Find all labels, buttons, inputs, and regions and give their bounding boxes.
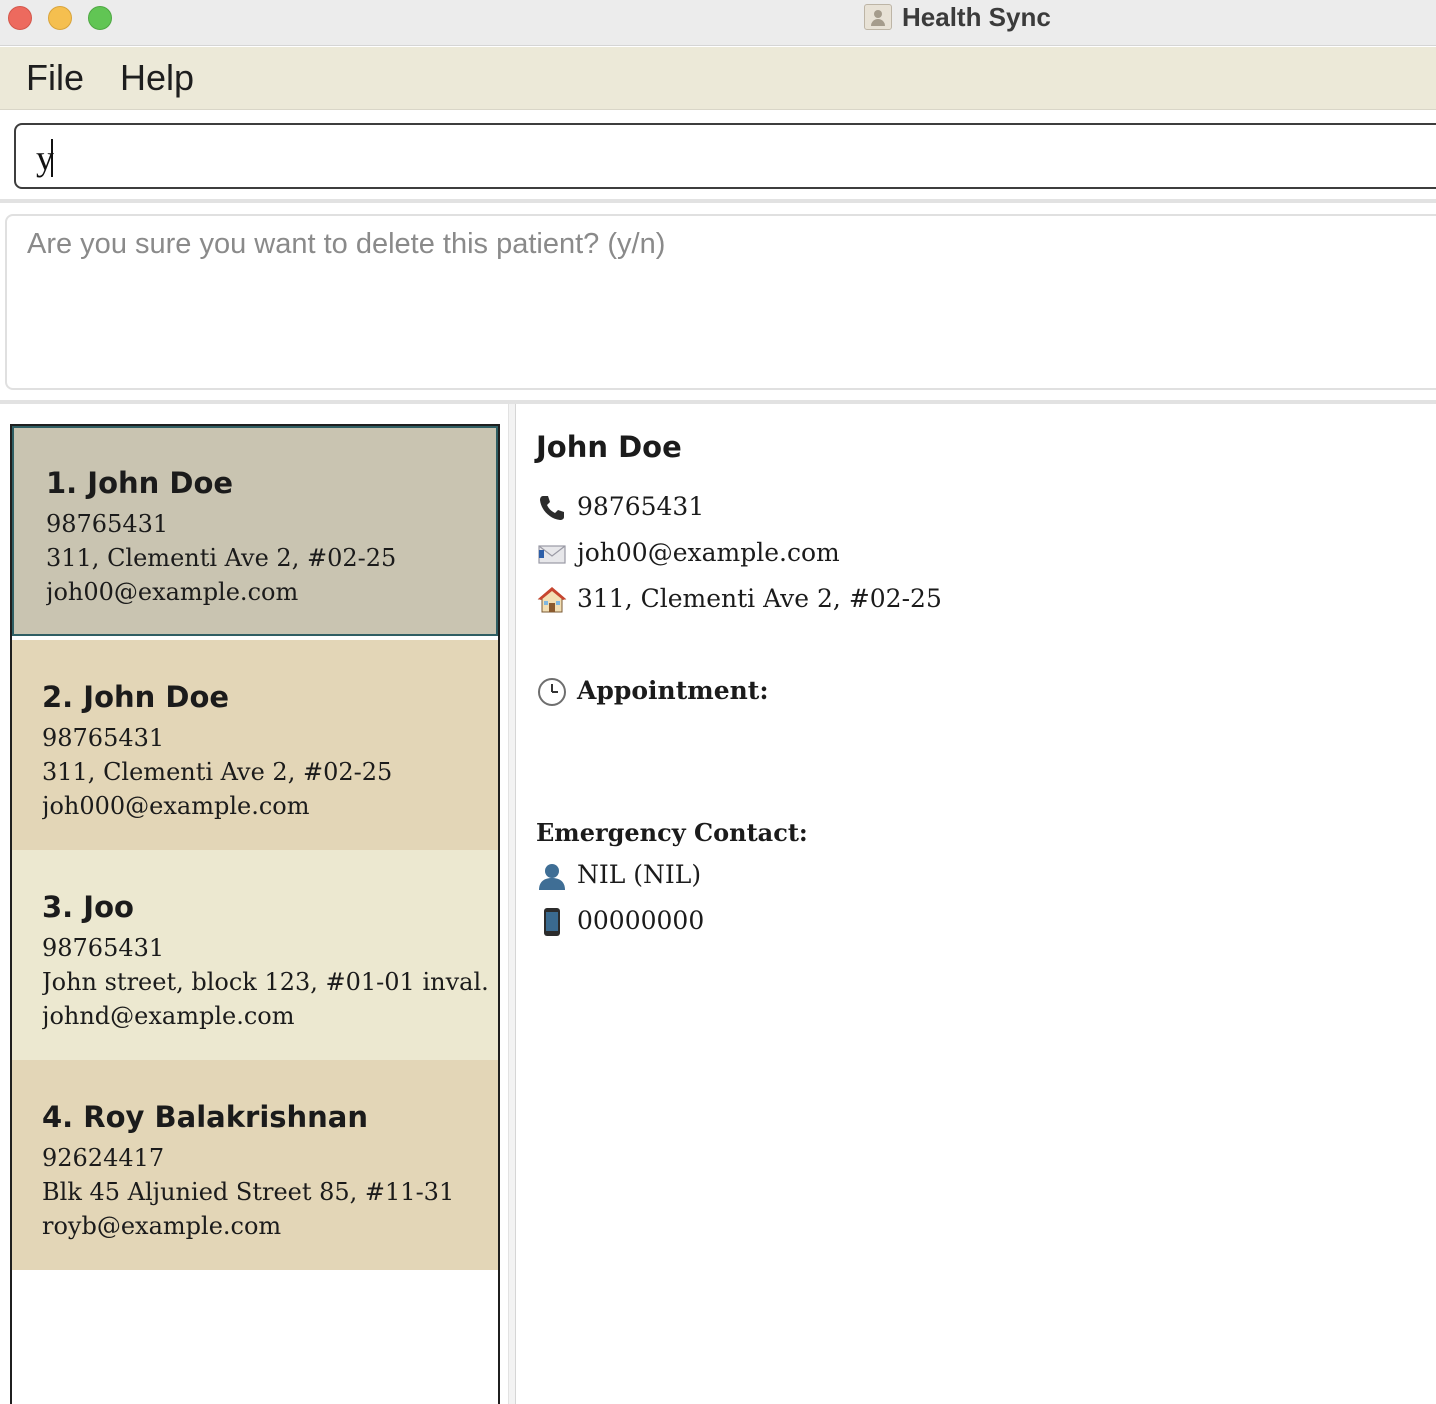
minimize-window-button[interactable]: [48, 6, 72, 30]
emergency-phone: 00000000: [577, 906, 705, 935]
patient-email: joh000@example.com: [42, 792, 310, 820]
text-caret: [51, 139, 53, 177]
panel-divider[interactable]: [508, 404, 516, 1404]
patient-email: johnd@example.com: [42, 1002, 295, 1030]
emergency-contact-heading: Emergency Contact:: [536, 818, 808, 847]
close-window-button[interactable]: [8, 6, 32, 30]
app-icon: [864, 4, 892, 30]
command-area: y: [0, 111, 1436, 203]
detail-email: joh00@example.com: [577, 538, 840, 567]
clock-icon: [538, 678, 566, 706]
patient-phone: 92624417: [42, 1144, 165, 1172]
window-title: Health Sync: [902, 2, 1051, 32]
patient-detail-panel: John Doe 98765431 joh00@example.com 311,…: [518, 404, 1436, 1404]
result-message: Are you sure you want to delete this pat…: [27, 228, 666, 260]
detail-phone: 98765431: [577, 492, 705, 521]
patient-phone: 98765431: [42, 934, 165, 962]
patient-name: 3. Joo: [42, 890, 134, 924]
menu-bar: File Help: [0, 47, 1436, 110]
command-input[interactable]: y: [14, 123, 1436, 189]
patient-card-selected[interactable]: 1. John Doe 98765431 311, Clementi Ave 2…: [12, 426, 498, 636]
detail-name: John Doe: [536, 430, 682, 464]
detail-address: 311, Clementi Ave 2, #02-25: [577, 584, 942, 613]
house-icon: [537, 587, 567, 613]
patient-phone: 98765431: [46, 510, 169, 538]
patient-card[interactable]: 2. John Doe 98765431 311, Clementi Ave 2…: [12, 640, 498, 850]
menu-help[interactable]: Help: [120, 57, 194, 99]
patient-name: 2. John Doe: [42, 680, 230, 714]
phone-icon: [540, 496, 564, 520]
patient-address: 311, Clementi Ave 2, #02-25: [42, 758, 393, 786]
patient-address: John street, block 123, #01-01 inval...: [42, 968, 488, 996]
mobile-phone-icon: [544, 908, 560, 936]
emergency-name: NIL (NIL): [577, 860, 702, 889]
patient-list[interactable]: 1. John Doe 98765431 311, Clementi Ave 2…: [10, 424, 500, 1404]
email-icon: [538, 545, 566, 564]
maximize-window-button[interactable]: [88, 6, 112, 30]
patient-address: 311, Clementi Ave 2, #02-25: [46, 544, 397, 572]
patient-phone: 98765431: [42, 724, 165, 752]
patient-email: joh00@example.com: [46, 578, 299, 606]
patient-name: 1. John Doe: [46, 466, 234, 500]
patient-card[interactable]: 3. Joo 98765431 John street, block 123, …: [12, 850, 498, 1060]
patient-address: Blk 45 Aljunied Street 85, #11-31: [42, 1178, 455, 1206]
result-area: Are you sure you want to delete this pat…: [0, 208, 1436, 404]
title-bar: Health Sync: [0, 0, 1436, 46]
patient-card[interactable]: 4. Roy Balakrishnan 92624417 Blk 45 Alju…: [12, 1060, 498, 1270]
person-icon: [539, 864, 565, 890]
result-display[interactable]: Are you sure you want to delete this pat…: [5, 214, 1436, 390]
patient-email: royb@example.com: [42, 1212, 282, 1240]
patient-name: 4. Roy Balakrishnan: [42, 1100, 369, 1134]
menu-file[interactable]: File: [26, 57, 84, 99]
appointment-label: Appointment:: [577, 676, 769, 705]
